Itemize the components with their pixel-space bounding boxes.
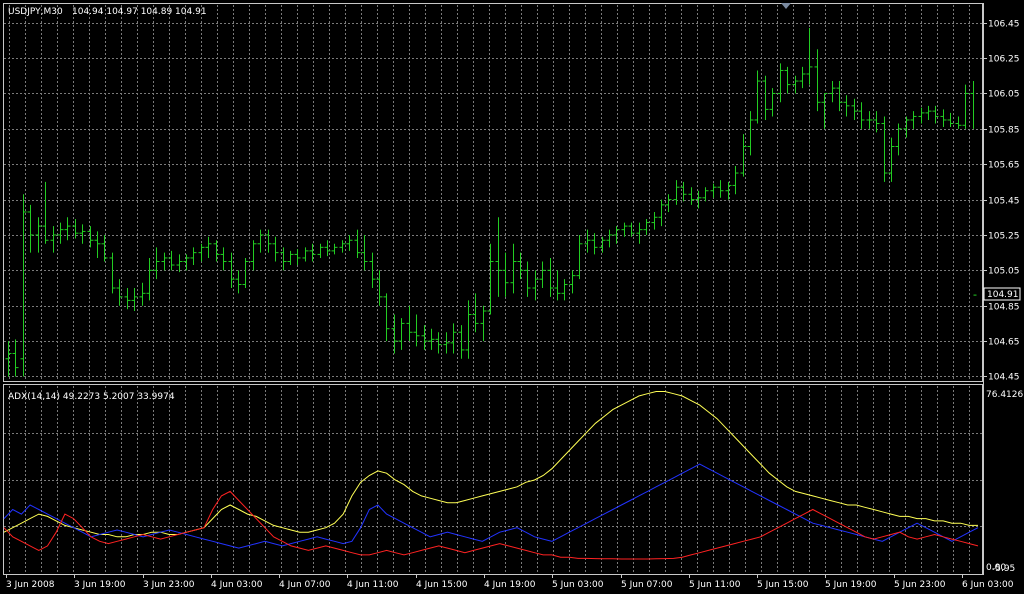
- time-tick-label: 5 Jun 07:00: [621, 580, 673, 590]
- price-tick-label: 104.65: [988, 338, 1020, 348]
- adx-indicator-label: ADX(14,14) 49.2273 5.2007 33.9974: [8, 392, 175, 402]
- price-tick-label: 105.65: [988, 161, 1020, 171]
- price-tick-label: 105.85: [988, 126, 1020, 136]
- price-tick-label: 104.45: [988, 373, 1020, 383]
- ohlc-label: 104.94 104.97 104.89 104.91: [72, 7, 207, 17]
- price-tick-label: 105.45: [988, 197, 1020, 207]
- time-tick-label: 5 Jun 11:00: [689, 580, 741, 590]
- time-tick-label: 5 Jun 15:00: [757, 580, 809, 590]
- time-tick-label: 4 Jun 03:00: [211, 580, 263, 590]
- time-tick-label: 3 Jun 2008: [6, 580, 55, 590]
- price-tick-label: 106.05: [988, 90, 1020, 100]
- price-tick-label: 105.25: [988, 232, 1020, 242]
- time-tick-label: 5 Jun 03:00: [552, 580, 604, 590]
- price-tick-label: 106.45: [988, 20, 1020, 30]
- current-price-label: 104.91: [987, 290, 1019, 300]
- adx-scale-top-label: 76.4126: [986, 390, 1023, 400]
- time-tick-label: 4 Jun 19:00: [484, 580, 536, 590]
- time-tick-label: 4 Jun 11:00: [347, 580, 399, 590]
- time-tick-label: 3 Jun 19:00: [74, 580, 126, 590]
- time-tick-label: 6 Jun 03:00: [962, 580, 1014, 590]
- time-tick-label: 5 Jun 23:00: [894, 580, 946, 590]
- symbol-label: USDJPY,M30: [8, 7, 63, 17]
- price-tick-label: 106.25: [988, 55, 1020, 65]
- time-tick-label: 4 Jun 07:00: [279, 580, 331, 590]
- price-tick-label: 104.85: [988, 303, 1020, 313]
- adx-scale-min-label: -5.95: [992, 564, 1015, 574]
- time-tick-label: 4 Jun 15:00: [416, 580, 468, 590]
- time-tick-label: 5 Jun 19:00: [825, 580, 877, 590]
- chart-root: 106.45 106.25 106.05 105.85 105.65 105.45 105.…: [0, 0, 1024, 594]
- price-tick-label: 105.05: [988, 267, 1020, 277]
- time-tick-label: 3 Jun 23:00: [143, 580, 195, 590]
